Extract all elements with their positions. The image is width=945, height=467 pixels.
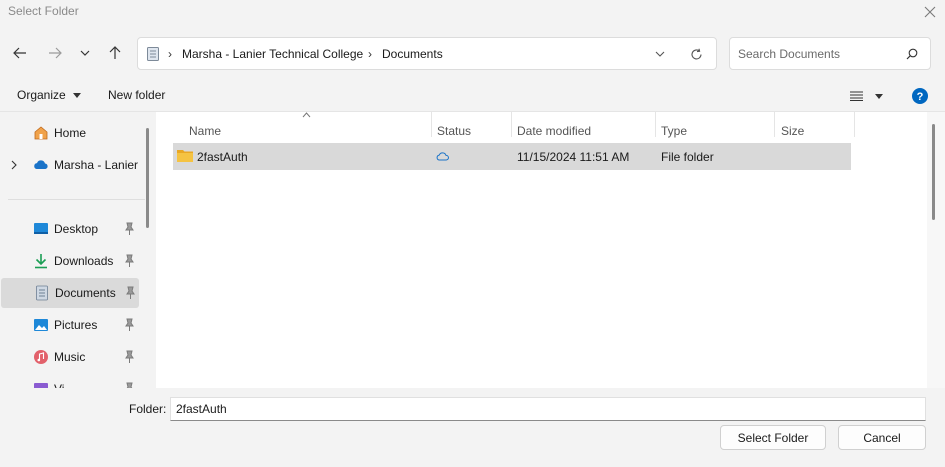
cancel-button[interactable]: Cancel	[838, 425, 926, 450]
search-input[interactable]: Search Documents	[738, 47, 840, 61]
pin-icon	[126, 286, 135, 299]
help-icon: ?	[912, 88, 928, 104]
organize-button[interactable]: Organize	[17, 88, 82, 102]
back-button[interactable]	[8, 41, 32, 65]
download-icon	[35, 254, 47, 269]
column-header-type[interactable]: Type	[661, 124, 687, 138]
column-separator	[854, 112, 855, 137]
column-separator	[511, 112, 512, 137]
breadcrumb-separator-icon: ›	[168, 47, 172, 61]
view-options-button[interactable]	[850, 89, 886, 103]
pin-icon	[125, 254, 134, 267]
row-date: 11/15/2024 11:51 AM	[517, 150, 630, 164]
window-title: Select Folder	[8, 4, 79, 18]
arrow-left-icon	[13, 47, 26, 59]
nav-item-pictures[interactable]: Pictures	[0, 310, 138, 340]
up-button[interactable]	[103, 41, 127, 65]
breadcrumb-college[interactable]: Marsha - Lanier Technical College	[182, 47, 363, 61]
pin-icon	[125, 222, 134, 235]
desktop-icon	[34, 223, 48, 234]
nav-item-music[interactable]: Music	[0, 342, 138, 372]
table-row[interactable]: 2fastAuth 11/15/2024 11:51 AM File folde…	[173, 143, 851, 170]
arrow-up-icon	[109, 46, 121, 59]
nav-label-music: Music	[54, 350, 86, 364]
nav-label-desktop: Desktop	[54, 222, 99, 236]
file-list-scrollbar[interactable]	[927, 112, 945, 388]
row-type: File folder	[661, 150, 714, 164]
column-header-size[interactable]: Size	[781, 124, 804, 138]
nav-item-desktop[interactable]: Desktop	[0, 214, 138, 244]
file-list[interactable]: Name Status Date modified Type Size 2fas…	[156, 112, 927, 388]
sort-ascending-icon	[302, 112, 311, 118]
arrow-right-icon	[49, 47, 62, 59]
help-button[interactable]: ?	[912, 88, 928, 104]
nav-label-onedrive: Marsha - Lanier	[54, 158, 139, 172]
new-folder-label: New folder	[108, 88, 166, 102]
videos-icon	[34, 383, 48, 388]
list-view-icon	[850, 91, 863, 101]
refresh-button[interactable]	[686, 45, 706, 63]
cloud-icon	[34, 160, 48, 169]
document-location-icon	[147, 47, 159, 61]
pin-icon	[125, 350, 134, 363]
nav-item-onedrive[interactable]: Marsha - Lanier	[0, 150, 138, 180]
nav-scrollbar[interactable]	[146, 128, 149, 228]
address-bar[interactable]: › Marsha - Lanier Technical College › Do…	[137, 37, 717, 70]
organize-label: Organize	[17, 88, 66, 102]
folder-icon	[177, 150, 193, 162]
recent-locations-button[interactable]	[73, 41, 97, 65]
home-icon	[34, 126, 48, 140]
title-bar: Select Folder	[0, 0, 945, 24]
document-icon	[36, 285, 48, 301]
nav-divider	[8, 199, 145, 200]
svg-text:?: ?	[917, 91, 924, 103]
new-folder-button[interactable]: New folder	[108, 88, 165, 102]
refresh-icon	[690, 48, 702, 59]
chevron-down-icon	[655, 51, 665, 57]
search-icon	[906, 48, 918, 60]
column-header-status[interactable]: Status	[437, 124, 471, 138]
nav-item-home[interactable]: Home	[0, 118, 138, 148]
nav-label-documents: Documents	[55, 286, 116, 300]
search-box[interactable]: Search Documents	[729, 37, 931, 70]
column-separator	[655, 112, 656, 137]
column-header-date[interactable]: Date modified	[517, 124, 591, 138]
nav-item-videos[interactable]: Vi	[0, 374, 138, 388]
nav-item-documents[interactable]: Documents	[1, 278, 139, 308]
pin-icon	[125, 318, 134, 331]
breadcrumb-separator-icon: ›	[368, 47, 372, 61]
select-folder-button[interactable]: Select Folder	[720, 425, 826, 450]
breadcrumb-documents[interactable]: Documents	[382, 47, 443, 61]
forward-button[interactable]	[43, 41, 67, 65]
caret-down-icon	[875, 94, 883, 99]
column-header-name[interactable]: Name	[189, 124, 221, 138]
nav-label-downloads: Downloads	[54, 254, 114, 268]
row-name: 2fastAuth	[197, 150, 248, 164]
nav-label-pictures: Pictures	[54, 318, 98, 332]
nav-item-downloads[interactable]: Downloads	[0, 246, 138, 276]
music-icon	[34, 350, 48, 364]
scrollbar-thumb[interactable]	[932, 124, 935, 220]
caret-down-icon	[73, 93, 82, 99]
chevron-right-icon	[11, 160, 17, 170]
column-separator	[431, 112, 432, 137]
address-dropdown-button[interactable]	[650, 47, 670, 61]
folder-name-input[interactable]	[170, 397, 926, 421]
navigation-pane[interactable]: Home Marsha - Lanier Desktop Downloads D…	[0, 112, 155, 388]
column-separator	[774, 112, 775, 137]
pictures-icon	[34, 319, 48, 331]
close-button[interactable]	[915, 0, 945, 24]
chevron-down-icon	[80, 50, 90, 56]
folder-label: Folder:	[129, 402, 167, 416]
nav-label-home: Home	[54, 126, 87, 140]
cloud-status-icon	[436, 152, 449, 161]
close-icon	[924, 6, 936, 18]
